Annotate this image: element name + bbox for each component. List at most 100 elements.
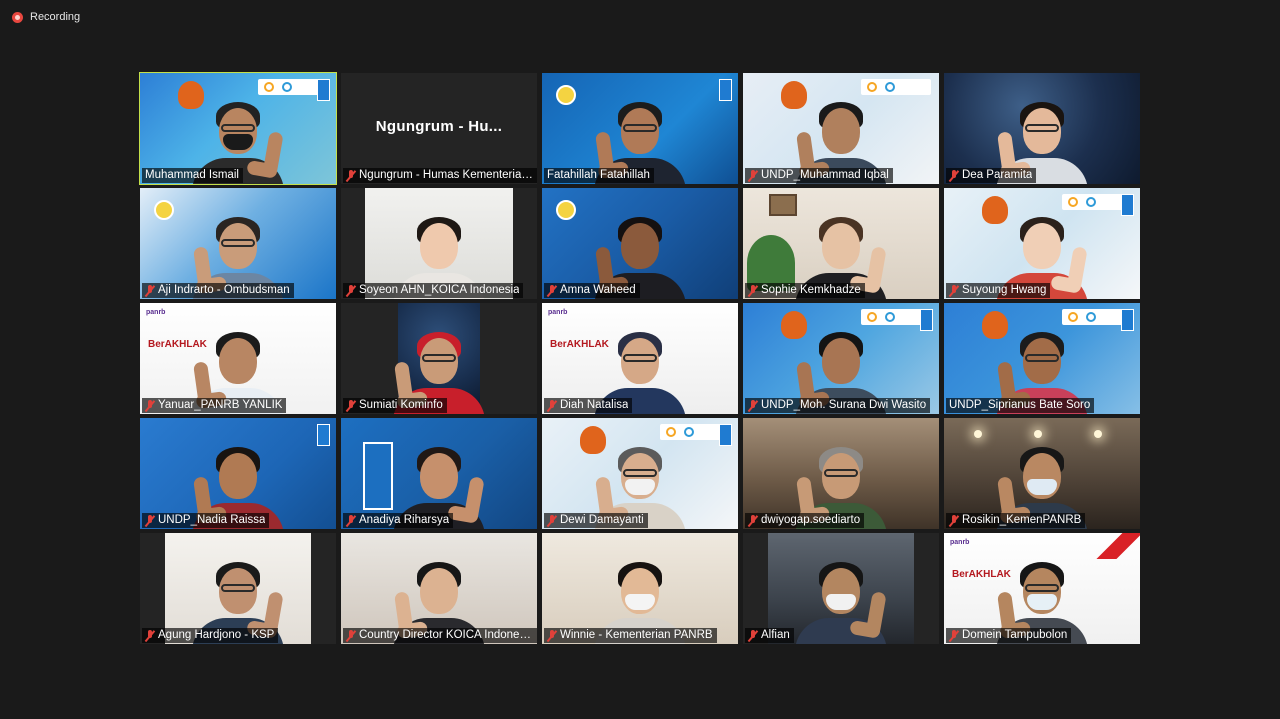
l-hand-gesture-icon <box>865 591 887 637</box>
participant-display-name: Ngungrum - Hu... <box>375 118 503 135</box>
participant-name: Sophie Kemkhadze <box>761 284 861 296</box>
participant-name-label: Country Director KOICA Indonesia <box>343 628 537 643</box>
participant-name: Diah Natalisa <box>560 399 629 411</box>
participant-tile[interactable]: Muhammad Ismail <box>139 72 337 185</box>
participant-name-label: UNDP_Moh. Surana Dwi Wasito <box>745 398 931 413</box>
participant-name-label: Suyoung Hwang <box>946 283 1051 298</box>
participant-name: Anadiya Riharsya <box>359 514 450 526</box>
participant-name-label: Anadiya Riharsya <box>343 513 454 528</box>
participant-name: Dea Paramita <box>962 169 1033 181</box>
face <box>420 453 458 499</box>
ceiling-light-icon <box>1034 430 1042 438</box>
participant-name-label: Soyeon AHN_KOICA Indonesia <box>343 283 524 298</box>
participant-name: UNDP_Siprianus Bate Soro <box>949 399 1091 411</box>
undp-logo-icon <box>317 79 330 101</box>
muted-mic-icon <box>748 629 758 642</box>
face <box>420 223 458 269</box>
face <box>219 338 257 384</box>
participant-name: Yanuar_PANRB YANLIK <box>158 399 283 411</box>
muted-mic-icon <box>145 514 155 527</box>
participant-tile[interactable]: Aji Indrarto - Ombudsman <box>140 188 336 299</box>
muted-mic-icon <box>145 399 155 412</box>
muted-mic-icon <box>346 399 356 412</box>
undp-logo-icon <box>1121 194 1134 216</box>
l-hand-gesture-icon <box>262 131 284 177</box>
muted-mic-icon <box>346 629 356 642</box>
participant-tile[interactable]: panrb BerAKHLAK Diah Natalisa <box>542 303 738 414</box>
participant-tile[interactable]: Soyeon AHN_KOICA Indonesia <box>341 188 537 299</box>
participant-name-label: Dea Paramita <box>946 168 1037 183</box>
panrb-logo-text: panrb <box>950 539 970 546</box>
participant-tile[interactable]: Agung Hardjono - KSP <box>140 533 336 644</box>
emblem-logo-icon <box>556 200 576 220</box>
participant-tile[interactable]: Country Director KOICA Indonesia <box>341 533 537 644</box>
participant-name: Amna Waheed <box>560 284 636 296</box>
muted-mic-icon <box>748 284 758 297</box>
participant-tile[interactable]: Alfian <box>743 533 939 644</box>
muted-mic-icon <box>346 169 356 182</box>
participant-name: UNDP_Nadia Raissa <box>158 514 266 526</box>
participant-tile[interactable]: Amna Waheed <box>542 188 738 299</box>
face-mask-icon <box>223 134 253 150</box>
participant-name: Dewi Damayanti <box>560 514 644 526</box>
l-hand-gesture-icon <box>865 246 887 292</box>
participant-name: Aji Indrarto - Ombudsman <box>158 284 290 296</box>
participant-tile[interactable]: UNDP_Nadia Raissa <box>140 418 336 529</box>
participant-name: Country Director KOICA Indonesia <box>359 629 534 641</box>
participant-name: Alfian <box>761 629 790 641</box>
participant-tile[interactable]: Dea Paramita <box>944 73 1140 184</box>
participant-name: Suyoung Hwang <box>962 284 1047 296</box>
face <box>822 338 860 384</box>
participant-tile[interactable]: Suyoung Hwang <box>944 188 1140 299</box>
video-gallery: Muhammad Ismail Ngungrum - Hu... Ngungrum … <box>139 72 1140 644</box>
participant-tile[interactable]: panrb BerAKHLAK Yanuar_PANRB YANLIK <box>140 303 336 414</box>
participant-tile[interactable]: Fatahillah Fatahillah <box>542 73 738 184</box>
participant-name-label: Diah Natalisa <box>544 398 633 413</box>
face-mask-icon <box>826 594 856 610</box>
undp-logo-icon <box>719 79 732 101</box>
glasses-icon <box>1025 354 1059 362</box>
muted-mic-icon <box>346 514 356 527</box>
glasses-icon <box>1025 584 1059 592</box>
participant-tile[interactable]: dwiyogap.soediarto <box>743 418 939 529</box>
muted-mic-icon <box>547 284 557 297</box>
participant-tile[interactable]: Anadiya Riharsya <box>341 418 537 529</box>
recording-indicator[interactable]: Recording <box>12 11 80 23</box>
participant-tile[interactable]: UNDP_Siprianus Bate Soro <box>944 303 1140 414</box>
face <box>822 223 860 269</box>
muted-mic-icon <box>949 284 959 297</box>
participant-tile[interactable]: Rosikin_KemenPANRB <box>944 418 1140 529</box>
participant-tile[interactable]: Ngungrum - Hu... Ngungrum - Humas Kemente… <box>341 73 537 184</box>
participant-tile[interactable]: UNDP_Moh. Surana Dwi Wasito <box>743 303 939 414</box>
participant-tile[interactable]: Dewi Damayanti <box>542 418 738 529</box>
glasses-icon <box>221 124 255 132</box>
participant-name-label: Muhammad Ismail <box>142 168 243 183</box>
face <box>822 108 860 154</box>
participant-name-label: Ngungrum - Humas Kementerian PANRB <box>343 168 537 183</box>
participant-tile[interactable]: Winnie - Kementerian PANRB <box>542 533 738 644</box>
participant-name: Fatahillah Fatahillah <box>547 169 650 181</box>
face-mask-icon <box>1027 594 1057 610</box>
face <box>420 568 458 614</box>
participant-name-label: dwiyogap.soediarto <box>745 513 865 528</box>
participant-name-label: UNDP_Muhammad Iqbal <box>745 168 893 183</box>
muted-mic-icon <box>145 629 155 642</box>
undp-logo-icon <box>920 309 933 331</box>
participant-tile[interactable]: panrb BerAKHLAK Domein Tampubolon <box>944 533 1140 644</box>
participant-tile[interactable]: Sumiati Kominfo <box>341 303 537 414</box>
emblem-logo-icon <box>154 200 174 220</box>
participant-name-label: Amna Waheed <box>544 283 640 298</box>
undp-logo-icon <box>317 424 330 446</box>
emblem-logo-icon <box>556 85 576 105</box>
participant-tile[interactable]: Sophie Kemkhadze <box>743 188 939 299</box>
participant-name: UNDP_Moh. Surana Dwi Wasito <box>761 399 927 411</box>
glasses-icon <box>1025 124 1059 132</box>
participant-tile[interactable]: UNDP_Muhammad Iqbal <box>743 73 939 184</box>
participant-name-label: Yanuar_PANRB YANLIK <box>142 398 287 413</box>
glasses-icon <box>221 239 255 247</box>
participant-name-label: Rosikin_KemenPANRB <box>946 513 1086 528</box>
participant-name-label: Domein Tampubolon <box>946 628 1072 643</box>
muted-mic-icon <box>346 284 356 297</box>
participant-name-label: Dewi Damayanti <box>544 513 648 528</box>
muted-mic-icon <box>547 514 557 527</box>
